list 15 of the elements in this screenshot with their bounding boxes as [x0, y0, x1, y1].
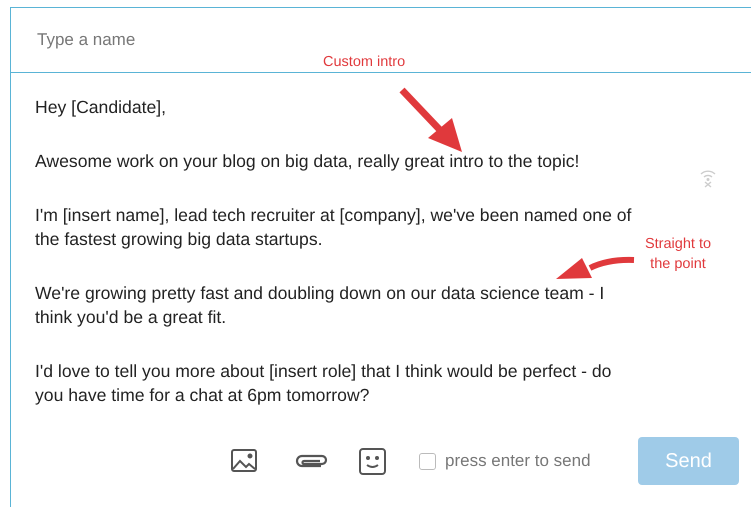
name-input-field[interactable]: Type a name: [35, 29, 439, 51]
annotation-label: Straight to the point: [644, 235, 712, 274]
message-paragraph: We're growing pretty fast and doubling down on our data science team - I think you'd be a great fit.: [35, 282, 604, 329]
image-icon[interactable]: [230, 448, 258, 474]
annotation-label: Custom intro: [323, 53, 406, 72]
message-paragraph: Awesome work on your blog on big data, really great intro to the topic!: [35, 150, 580, 173]
message-paragraph: I'd love to tell you more about [insert role] that I think would be perfect - do you have time for a chat at 6pm tomorrow?: [35, 360, 612, 407]
smiley-icon[interactable]: [358, 446, 387, 476]
paperclip-icon[interactable]: [293, 452, 329, 470]
message-paragraph: I'm [insert name], lead tech recruiter at [company], we've been named one of the fastest growing big data startups.: [35, 204, 632, 251]
enter-to-send-checkbox[interactable]: [419, 452, 436, 470]
enter-to-send-label: press enter to send: [445, 451, 591, 471]
signal-off-icon: [699, 168, 717, 188]
message-paragraph: Hey [Candidate],: [35, 96, 166, 119]
annotation-arrow: [398, 86, 464, 154]
